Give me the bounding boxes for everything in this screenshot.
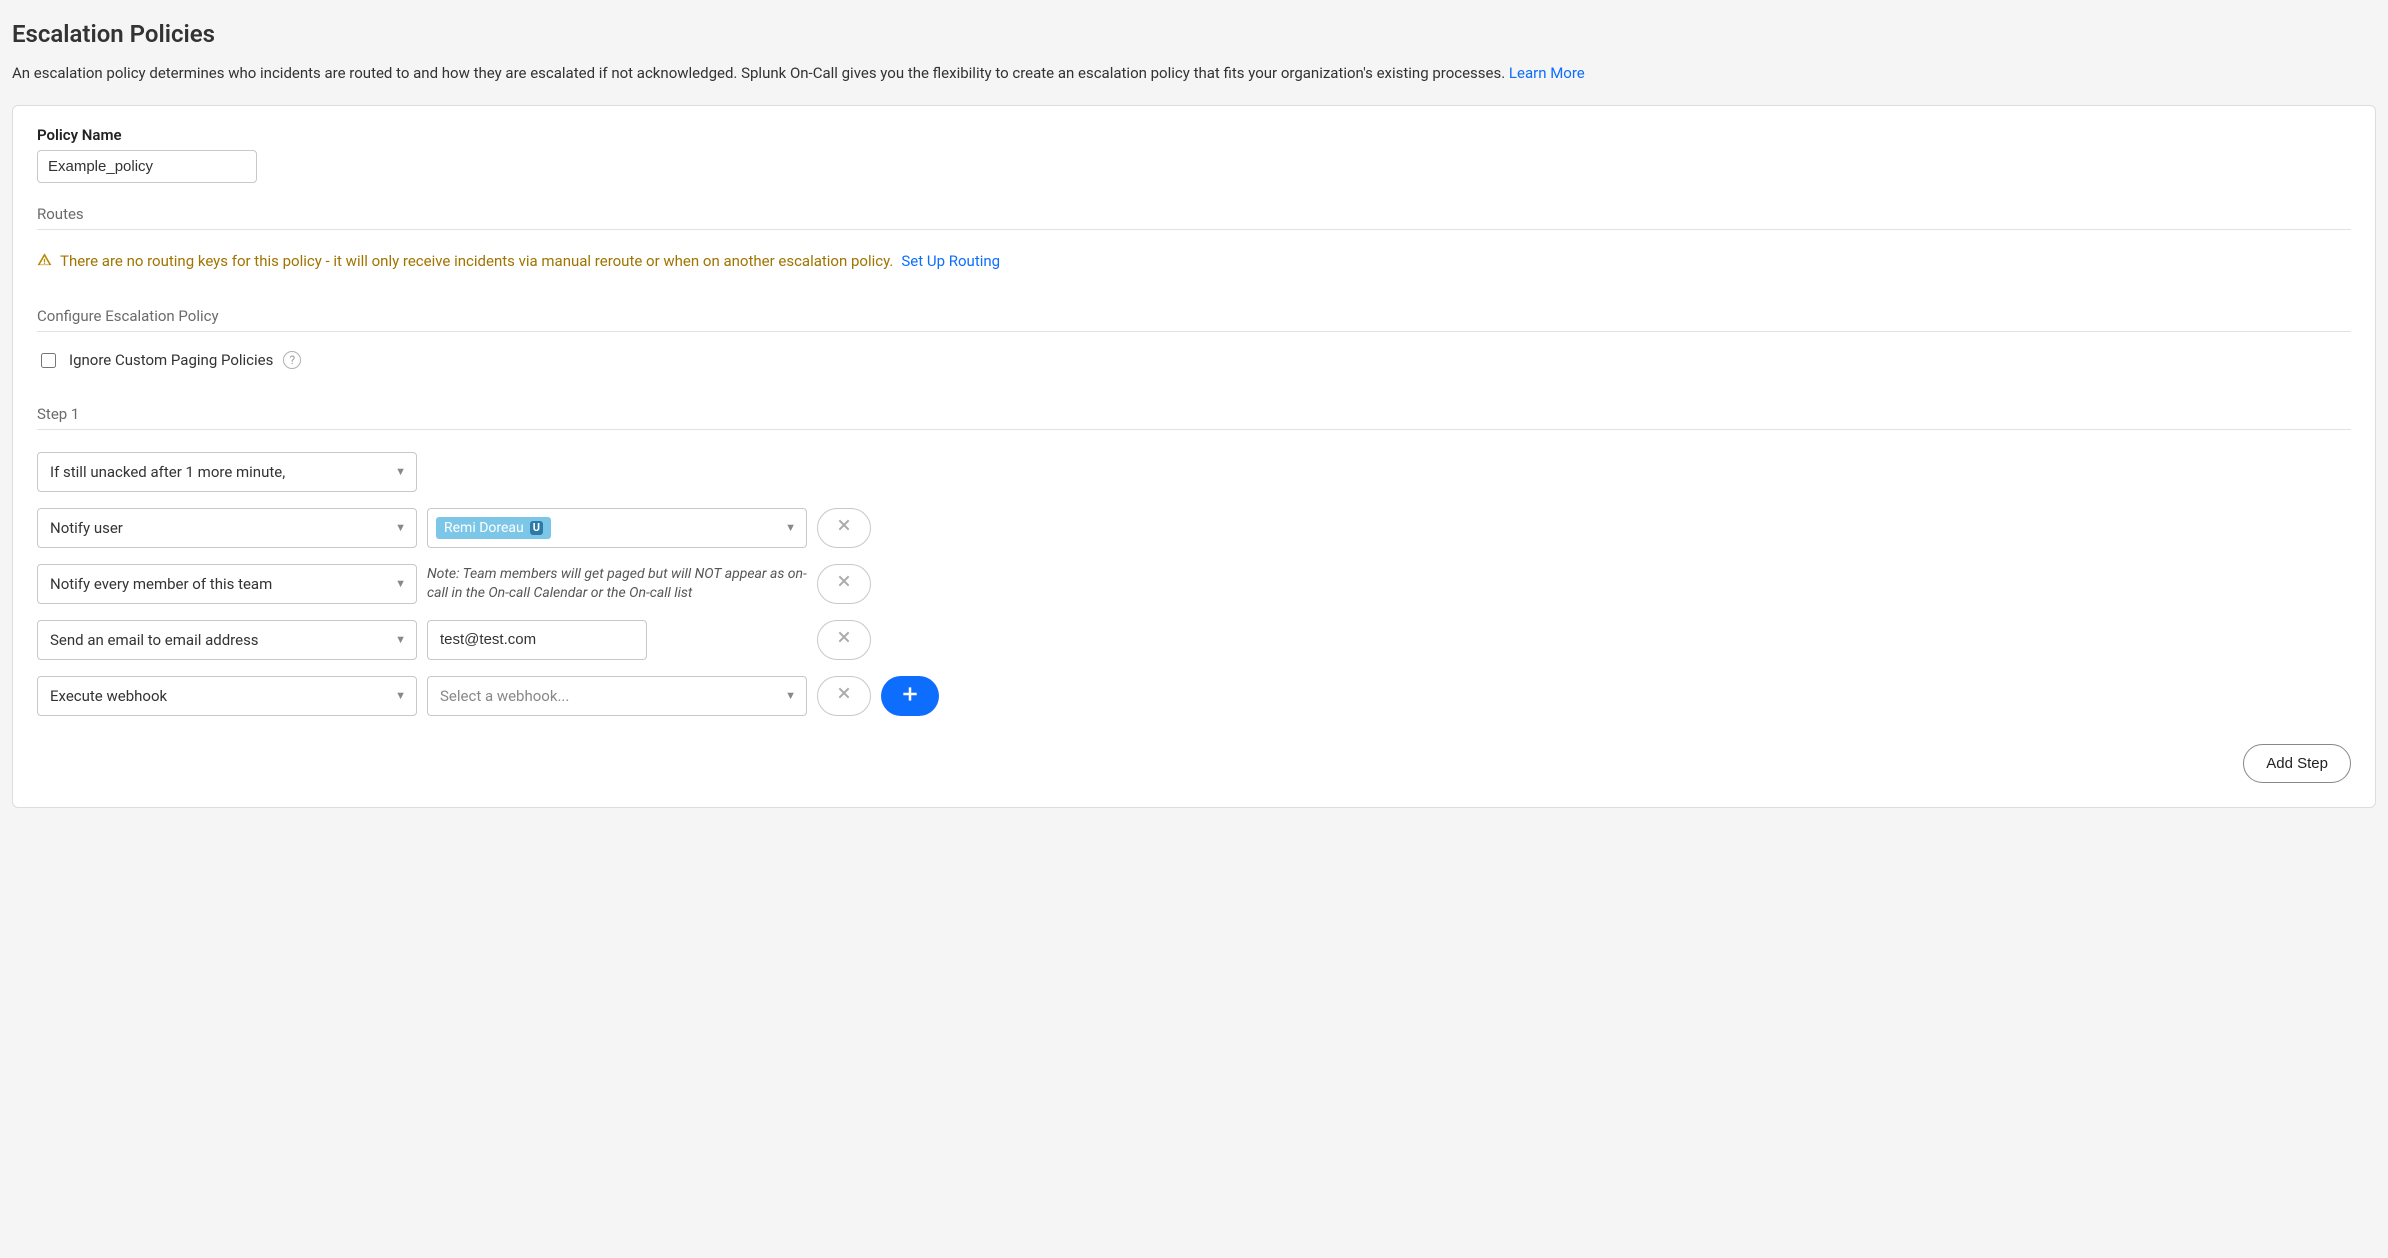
condition-select[interactable]: If still unacked after 1 more minute, ▼ [37, 452, 417, 492]
close-icon [836, 572, 852, 595]
team-note: Note: Team members will get paged but wi… [427, 565, 807, 603]
chevron-down-icon: ▼ [395, 521, 406, 534]
action-type-select[interactable]: Notify every member of this team ▼ [37, 564, 417, 604]
action-type-select[interactable]: Execute webhook ▼ [37, 676, 417, 716]
description-text: An escalation policy determines who inci… [12, 64, 1509, 82]
policy-card: Policy Name Routes There are no routing … [12, 105, 2376, 808]
chevron-down-icon: ▼ [785, 689, 796, 702]
close-icon [836, 684, 852, 707]
close-icon [836, 516, 852, 539]
user-select[interactable]: Remi Doreau U ▼ [427, 508, 807, 548]
action-type-select[interactable]: Send an email to email address ▼ [37, 620, 417, 660]
add-step-button[interactable]: Add Step [2243, 744, 2351, 783]
add-action-button[interactable] [881, 676, 939, 716]
chevron-down-icon: ▼ [395, 689, 406, 702]
page-description: An escalation policy determines who inci… [12, 62, 2376, 85]
policy-name-label: Policy Name [37, 126, 2351, 144]
routes-section-label: Routes [37, 205, 2351, 230]
remove-action-button[interactable] [817, 564, 871, 604]
user-chip-badge: U [530, 521, 543, 535]
email-input[interactable] [427, 620, 647, 660]
webhook-placeholder: Select a webhook... [440, 687, 569, 705]
action-type-value: Send an email to email address [50, 631, 259, 649]
remove-action-button[interactable] [817, 620, 871, 660]
step-1-label: Step 1 [37, 405, 2351, 430]
ignore-paging-label: Ignore Custom Paging Policies [69, 351, 273, 369]
chevron-down-icon: ▼ [395, 465, 406, 478]
webhook-select[interactable]: Select a webhook... ▼ [427, 676, 807, 716]
routing-warning: There are no routing keys for this polic… [37, 252, 2351, 271]
action-type-select[interactable]: Notify user ▼ [37, 508, 417, 548]
configure-section-label: Configure Escalation Policy [37, 307, 2351, 332]
warning-icon [37, 252, 52, 271]
remove-action-button[interactable] [817, 676, 871, 716]
action-type-value: Execute webhook [50, 687, 167, 705]
set-up-routing-link[interactable]: Set Up Routing [901, 252, 1000, 270]
user-chip-name: Remi Doreau [444, 520, 524, 536]
chevron-down-icon: ▼ [395, 633, 406, 646]
help-icon[interactable]: ? [283, 351, 301, 369]
routing-warning-text: There are no routing keys for this polic… [60, 252, 893, 270]
learn-more-link[interactable]: Learn More [1509, 64, 1585, 82]
condition-select-value: If still unacked after 1 more minute, [50, 463, 285, 481]
plus-icon [900, 680, 920, 711]
user-chip: Remi Doreau U [436, 517, 551, 539]
close-icon [836, 628, 852, 651]
page-title: Escalation Policies [12, 20, 2376, 48]
policy-name-input[interactable] [37, 150, 257, 183]
chevron-down-icon: ▼ [395, 577, 406, 590]
remove-action-button[interactable] [817, 508, 871, 548]
action-type-value: Notify user [50, 519, 123, 537]
ignore-paging-checkbox[interactable] [41, 353, 56, 368]
action-type-value: Notify every member of this team [50, 575, 272, 593]
chevron-down-icon: ▼ [785, 521, 796, 534]
